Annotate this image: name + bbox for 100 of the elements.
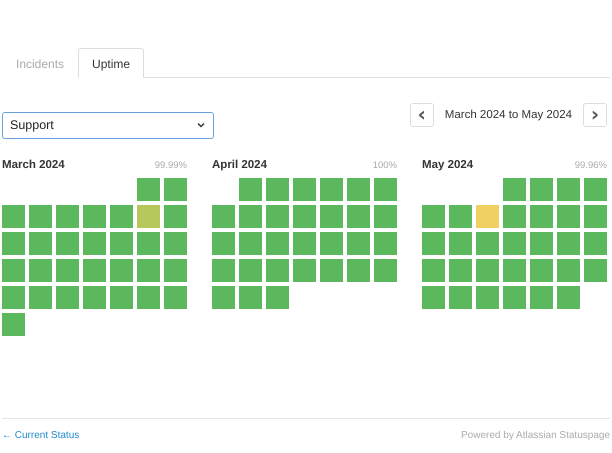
day-cell[interactable] <box>83 286 106 309</box>
day-cell[interactable] <box>476 286 499 309</box>
day-cell[interactable] <box>503 205 526 228</box>
day-cell[interactable] <box>164 205 187 228</box>
day-cell[interactable] <box>530 259 553 282</box>
day-cell[interactable] <box>164 259 187 282</box>
day-cell[interactable] <box>137 205 160 228</box>
day-cell[interactable] <box>239 205 262 228</box>
day-cell[interactable] <box>164 286 187 309</box>
current-status-link[interactable]: ← Current Status <box>2 430 80 440</box>
day-cell[interactable] <box>557 178 580 201</box>
day-cell[interactable] <box>293 178 316 201</box>
tab[interactable]: Uptime <box>78 48 144 78</box>
day-cell[interactable] <box>347 205 370 228</box>
day-cell[interactable] <box>347 178 370 201</box>
day-cell[interactable] <box>530 205 553 228</box>
day-cell[interactable] <box>320 205 343 228</box>
day-cell[interactable] <box>110 286 133 309</box>
day-cell[interactable] <box>476 259 499 282</box>
day-cell[interactable] <box>584 259 607 282</box>
day-cell[interactable] <box>164 232 187 255</box>
day-cell[interactable] <box>2 232 25 255</box>
day-cell[interactable] <box>239 178 262 201</box>
day-cell[interactable] <box>449 286 472 309</box>
day-cell[interactable] <box>212 259 235 282</box>
day-cell[interactable] <box>449 232 472 255</box>
powered-by-text: Powered by Atlassian Statuspage <box>461 430 610 440</box>
day-cell[interactable] <box>110 232 133 255</box>
day-cell[interactable] <box>56 286 79 309</box>
day-cell[interactable] <box>293 259 316 282</box>
day-cell[interactable] <box>239 232 262 255</box>
day-cell[interactable] <box>293 205 316 228</box>
day-cell[interactable] <box>266 259 289 282</box>
day-cell[interactable] <box>374 205 397 228</box>
day-cell[interactable] <box>110 259 133 282</box>
day-cell[interactable] <box>422 259 445 282</box>
day-cell[interactable] <box>29 205 52 228</box>
day-cell[interactable] <box>422 232 445 255</box>
day-cell[interactable] <box>584 205 607 228</box>
day-cell[interactable] <box>29 286 52 309</box>
day-cell[interactable] <box>530 232 553 255</box>
day-cell[interactable] <box>56 205 79 228</box>
day-cell[interactable] <box>320 178 343 201</box>
day-cell[interactable] <box>212 286 235 309</box>
day-cell[interactable] <box>83 232 106 255</box>
day-cell[interactable] <box>347 232 370 255</box>
previous-button[interactable]: ‹ <box>410 103 434 127</box>
day-cell[interactable] <box>29 259 52 282</box>
day-cell[interactable] <box>2 259 25 282</box>
day-cell[interactable] <box>503 259 526 282</box>
day-cell[interactable] <box>83 259 106 282</box>
day-cell[interactable] <box>503 232 526 255</box>
day-cell[interactable] <box>422 205 445 228</box>
day-cell[interactable] <box>164 178 187 201</box>
day-cell[interactable] <box>2 286 25 309</box>
day-cell[interactable] <box>83 205 106 228</box>
day-cell[interactable] <box>476 205 499 228</box>
day-cell[interactable] <box>584 232 607 255</box>
next-button[interactable]: › <box>583 103 607 127</box>
day-cell[interactable] <box>557 259 580 282</box>
day-cell[interactable] <box>137 286 160 309</box>
day-cell[interactable] <box>293 232 316 255</box>
day-cell[interactable] <box>266 232 289 255</box>
day-cell[interactable] <box>584 178 607 201</box>
day-cell[interactable] <box>374 232 397 255</box>
day-cell[interactable] <box>530 286 553 309</box>
day-cell[interactable] <box>137 232 160 255</box>
day-cell[interactable] <box>2 313 25 336</box>
day-cell[interactable] <box>110 205 133 228</box>
day-cell[interactable] <box>29 232 52 255</box>
day-cell[interactable] <box>2 205 25 228</box>
day-cell[interactable] <box>449 259 472 282</box>
month-title: April 2024 <box>212 159 267 171</box>
uptime-percentage: 99.99% <box>154 160 187 171</box>
day-cell[interactable] <box>320 259 343 282</box>
component-dropdown[interactable]: Support <box>2 112 214 138</box>
day-cell[interactable] <box>557 232 580 255</box>
day-cell[interactable] <box>56 232 79 255</box>
day-cell[interactable] <box>320 232 343 255</box>
day-cell[interactable] <box>239 259 262 282</box>
day-cell[interactable] <box>530 178 553 201</box>
day-cell[interactable] <box>503 178 526 201</box>
day-cell[interactable] <box>503 286 526 309</box>
day-cell[interactable] <box>266 286 289 309</box>
day-cell[interactable] <box>374 259 397 282</box>
day-cell[interactable] <box>476 232 499 255</box>
day-cell[interactable] <box>347 259 370 282</box>
day-cell[interactable] <box>374 178 397 201</box>
day-cell[interactable] <box>212 232 235 255</box>
day-cell[interactable] <box>212 205 235 228</box>
day-cell[interactable] <box>137 178 160 201</box>
day-cell[interactable] <box>56 259 79 282</box>
day-cell[interactable] <box>266 205 289 228</box>
day-cell[interactable] <box>422 286 445 309</box>
day-cell[interactable] <box>239 286 262 309</box>
day-cell[interactable] <box>449 205 472 228</box>
day-cell[interactable] <box>557 205 580 228</box>
day-cell[interactable] <box>266 178 289 201</box>
day-cell[interactable] <box>137 259 160 282</box>
day-cell[interactable] <box>557 286 580 309</box>
